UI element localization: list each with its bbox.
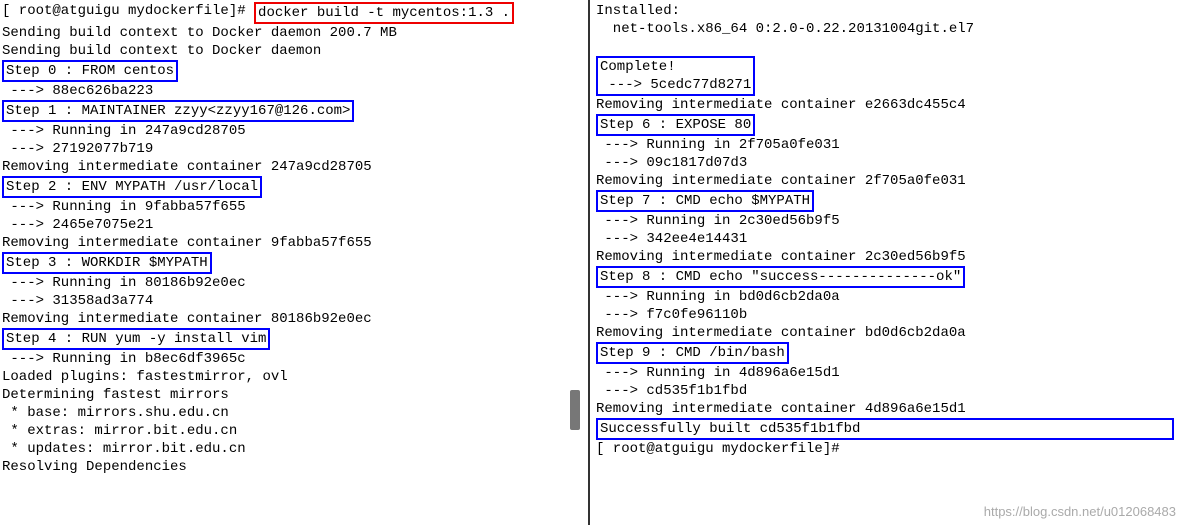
- output-line: * base: mirrors.shu.edu.cn: [2, 404, 586, 422]
- output-line: ---> f7c0fe96110b: [596, 306, 1178, 324]
- docker-build-command: docker build -t mycentos:1.3 .: [254, 2, 514, 24]
- output-line: ---> Running in 2f705a0fe031: [596, 136, 1178, 154]
- output-line: * updates: mirror.bit.edu.cn: [2, 440, 586, 458]
- step-7-box: Step 7 : CMD echo $MYPATH: [596, 190, 814, 212]
- prompt-line: [ root@atguigu mydockerfile]# docker bui…: [2, 2, 586, 24]
- output-line: Installed:: [596, 2, 1178, 20]
- output-line: ---> 2465e7075e21: [2, 216, 586, 234]
- output-line: ---> Running in 9fabba57f655: [2, 198, 586, 216]
- step-1-box: Step 1 : MAINTAINER zzyy<zzyy167@126.com…: [2, 100, 354, 122]
- step-2-box: Step 2 : ENV MYPATH /usr/local: [2, 176, 262, 198]
- terminal-left[interactable]: [ root@atguigu mydockerfile]# docker bui…: [0, 0, 590, 525]
- success-box: Successfully built cd535f1b1fbd: [596, 418, 1174, 440]
- output-line: Removing intermediate container 80186b92…: [2, 310, 586, 328]
- output-line: * extras: mirror.bit.edu.cn: [2, 422, 586, 440]
- output-line: Determining fastest mirrors: [2, 386, 586, 404]
- output-line: Removing intermediate container 9fabba57…: [2, 234, 586, 252]
- output-line: ---> 88ec626ba223: [2, 82, 586, 100]
- output-line: Removing intermediate container 4d896a6e…: [596, 400, 1178, 418]
- output-line: ---> Running in 247a9cd28705: [2, 122, 586, 140]
- step-6-box: Step 6 : EXPOSE 80: [596, 114, 755, 136]
- output-line: Removing intermediate container 2f705a0f…: [596, 172, 1178, 190]
- output-line: net-tools.x86_64 0:2.0-0.22.20131004git.…: [596, 20, 1178, 38]
- step-4-box: Step 4 : RUN yum -y install vim: [2, 328, 270, 350]
- output-line: ---> Running in 2c30ed56b9f5: [596, 212, 1178, 230]
- step-9-box: Step 9 : CMD /bin/bash: [596, 342, 789, 364]
- output-line: ---> 27192077b719: [2, 140, 586, 158]
- step-0-box: Step 0 : FROM centos: [2, 60, 178, 82]
- shell-prompt-end: [ root@atguigu mydockerfile]#: [596, 440, 1178, 458]
- output-line: Sending build context to Docker daemon 2…: [2, 24, 586, 42]
- output-line: ---> Running in 4d896a6e15d1: [596, 364, 1178, 382]
- output-line: Sending build context to Docker daemon: [2, 42, 586, 60]
- output-line: ---> Running in 80186b92e0ec: [2, 274, 586, 292]
- output-line: Loaded plugins: fastestmirror, ovl: [2, 368, 586, 386]
- blank-line: [596, 38, 1178, 56]
- step-8-box: Step 8 : CMD echo "success--------------…: [596, 266, 965, 288]
- output-line: ---> 342ee4e14431: [596, 230, 1178, 248]
- output-line: Removing intermediate container e2663dc4…: [596, 96, 1178, 114]
- output-line: ---> Running in b8ec6df3965c: [2, 350, 586, 368]
- watermark: https://blog.csdn.net/u012068483: [984, 504, 1176, 519]
- complete-box: Complete! ---> 5cedc77d8271: [596, 56, 755, 96]
- step-3-box: Step 3 : WORKDIR $MYPATH: [2, 252, 212, 274]
- output-line: Resolving Dependencies: [2, 458, 586, 476]
- output-line: ---> 09c1817d07d3: [596, 154, 1178, 172]
- output-line: ---> cd535f1b1fbd: [596, 382, 1178, 400]
- terminal-right[interactable]: Installed: net-tools.x86_64 0:2.0-0.22.2…: [590, 0, 1184, 525]
- output-line: ---> Running in bd0d6cb2da0a: [596, 288, 1178, 306]
- output-line: ---> 31358ad3a774: [2, 292, 586, 310]
- output-line: Removing intermediate container 2c30ed56…: [596, 248, 1178, 266]
- scrollbar-thumb[interactable]: [570, 390, 580, 430]
- shell-prompt: [ root@atguigu mydockerfile]#: [2, 2, 254, 20]
- output-line: Removing intermediate container 247a9cd2…: [2, 158, 586, 176]
- output-line: Removing intermediate container bd0d6cb2…: [596, 324, 1178, 342]
